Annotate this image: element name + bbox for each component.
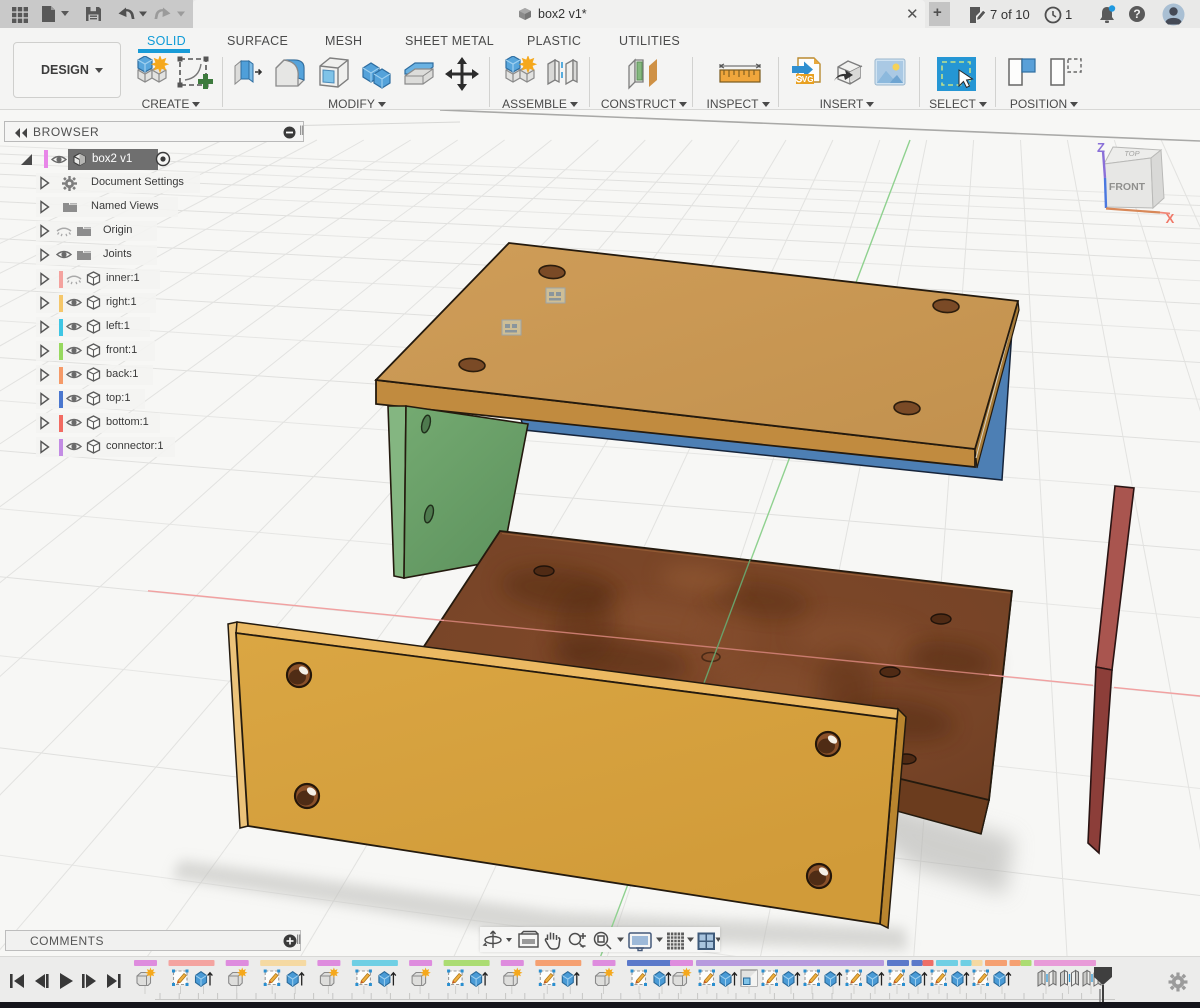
svg-text:X: X: [1166, 211, 1175, 226]
svg-text:FRONT: FRONT: [1109, 181, 1146, 193]
svg-text:?: ?: [1133, 7, 1140, 21]
svg-text:TOP: TOP: [1124, 149, 1139, 158]
svg-text:Z: Z: [1097, 140, 1105, 155]
